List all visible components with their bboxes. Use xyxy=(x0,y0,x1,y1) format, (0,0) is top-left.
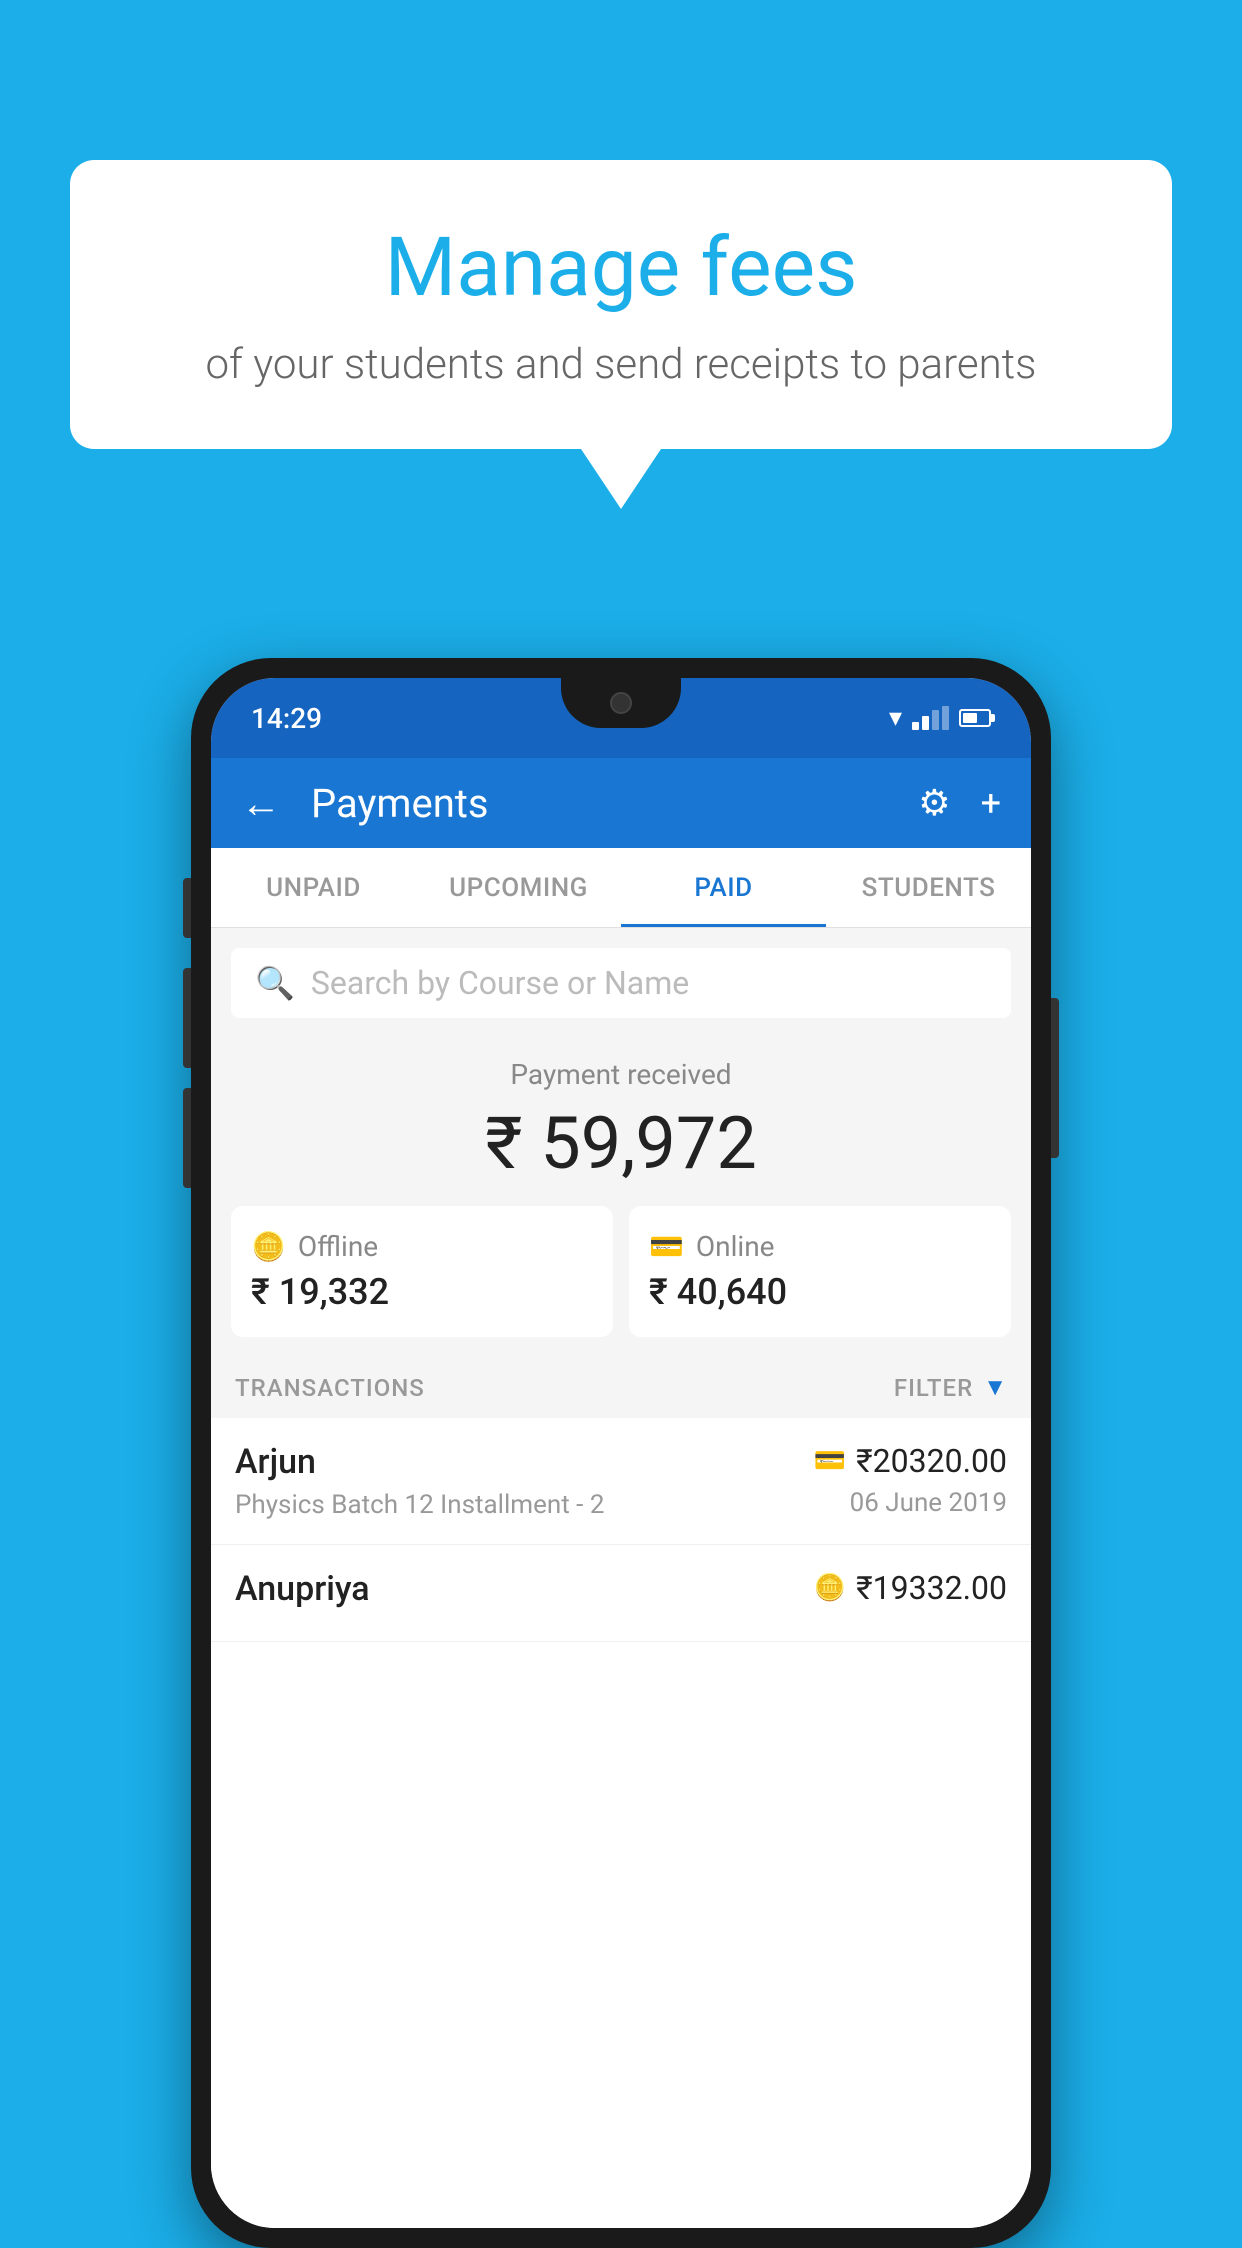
transaction-amount-row-anupriya: 🪙 ₹19332.00 xyxy=(814,1569,1007,1607)
offline-label: Offline xyxy=(298,1230,378,1263)
search-placeholder-text: Search by Course or Name xyxy=(311,964,689,1002)
signal-bar-1 xyxy=(912,722,919,730)
status-time: 14:29 xyxy=(251,702,322,735)
wifi-icon: ▾ xyxy=(889,703,902,733)
filter-icon: ▼ xyxy=(983,1373,1007,1402)
settings-icon[interactable]: ⚙ xyxy=(918,782,950,824)
payment-total-amount: ₹ 59,972 xyxy=(231,1101,1011,1186)
payment-cards: 🪙 Offline ₹ 19,332 💳 Online ₹ 40,640 xyxy=(211,1206,1031,1357)
transaction-list: Arjun Physics Batch 12 Installment - 2 💳… xyxy=(211,1418,1031,2228)
header-title: Payments xyxy=(311,780,918,827)
tab-students[interactable]: STUDENTS xyxy=(826,848,1031,927)
notch-cutout xyxy=(561,678,681,728)
tab-upcoming[interactable]: UPCOMING xyxy=(416,848,621,927)
signal-bar-2 xyxy=(922,716,929,730)
status-bar: 14:29 ▾ xyxy=(211,678,1031,758)
transactions-label: TRANSACTIONS xyxy=(235,1374,425,1402)
transaction-name-arjun: Arjun xyxy=(235,1442,814,1482)
online-payment-card: 💳 Online ₹ 40,640 xyxy=(629,1206,1011,1337)
battery-fill xyxy=(963,713,977,723)
transaction-amount-arjun: ₹20320.00 xyxy=(856,1442,1007,1480)
camera-dot xyxy=(610,692,632,714)
transaction-item-arjun[interactable]: Arjun Physics Batch 12 Installment - 2 💳… xyxy=(211,1418,1031,1545)
filter-label: FILTER xyxy=(894,1374,973,1402)
speech-bubble-container: Manage fees of your students and send re… xyxy=(70,160,1172,509)
phone-frame: 14:29 ▾ ← Payments ⚙ xyxy=(191,658,1051,2248)
transaction-card-icon-arjun: 💳 xyxy=(814,1446,846,1476)
transaction-course-arjun: Physics Batch 12 Installment - 2 xyxy=(235,1490,814,1520)
content-area: 🔍 Search by Course or Name Payment recei… xyxy=(211,928,1031,2228)
transaction-date-arjun: 06 June 2019 xyxy=(850,1488,1007,1518)
battery-icon xyxy=(959,709,991,727)
tab-unpaid[interactable]: UNPAID xyxy=(211,848,416,927)
speech-bubble-arrow xyxy=(581,449,661,509)
offline-payment-icon: 🪙 xyxy=(251,1230,286,1263)
transaction-card-icon-anupriya: 🪙 xyxy=(814,1573,846,1603)
phone-side-button-3 xyxy=(183,1088,191,1188)
transaction-amount-anupriya: ₹19332.00 xyxy=(856,1569,1007,1607)
status-icons: ▾ xyxy=(889,703,991,733)
online-label: Online xyxy=(696,1230,775,1263)
transaction-left-anupriya: Anupriya xyxy=(235,1569,814,1617)
signal-bars xyxy=(912,706,949,730)
signal-bar-4 xyxy=(942,706,949,730)
online-card-header: 💳 Online xyxy=(649,1230,775,1263)
payment-received-label: Payment received xyxy=(231,1058,1011,1091)
transaction-amount-row-arjun: 💳 ₹20320.00 xyxy=(814,1442,1007,1480)
phone-side-button-right xyxy=(1051,998,1059,1158)
header-icons: ⚙ + xyxy=(918,782,1001,824)
online-amount: ₹ 40,640 xyxy=(649,1271,787,1313)
signal-bar-3 xyxy=(932,710,939,730)
app-header: ← Payments ⚙ + xyxy=(211,758,1031,848)
offline-payment-card: 🪙 Offline ₹ 19,332 xyxy=(231,1206,613,1337)
speech-bubble-subtitle: of your students and send receipts to pa… xyxy=(150,340,1092,389)
add-icon[interactable]: + xyxy=(981,782,1001,824)
speech-bubble-title: Manage fees xyxy=(150,220,1092,316)
phone-side-button-1 xyxy=(183,878,191,938)
transaction-item-anupriya[interactable]: Anupriya 🪙 ₹19332.00 xyxy=(211,1545,1031,1642)
search-container[interactable]: 🔍 Search by Course or Name xyxy=(231,948,1011,1018)
transaction-right-arjun: 💳 ₹20320.00 06 June 2019 xyxy=(814,1442,1007,1518)
transaction-right-anupriya: 🪙 ₹19332.00 xyxy=(814,1569,1007,1607)
tabs-container: UNPAID UPCOMING PAID STUDENTS xyxy=(211,848,1031,928)
online-payment-icon: 💳 xyxy=(649,1230,684,1263)
phone-side-button-2 xyxy=(183,968,191,1068)
offline-card-header: 🪙 Offline xyxy=(251,1230,378,1263)
speech-bubble: Manage fees of your students and send re… xyxy=(70,160,1172,449)
transactions-header: TRANSACTIONS FILTER ▼ xyxy=(211,1357,1031,1418)
transaction-left-arjun: Arjun Physics Batch 12 Installment - 2 xyxy=(235,1442,814,1520)
search-icon: 🔍 xyxy=(255,964,295,1002)
tab-paid[interactable]: PAID xyxy=(621,848,826,927)
payment-received-section: Payment received ₹ 59,972 xyxy=(211,1028,1031,1206)
back-button[interactable]: ← xyxy=(241,780,281,827)
phone-screen: 14:29 ▾ ← Payments ⚙ xyxy=(211,678,1031,2228)
filter-section[interactable]: FILTER ▼ xyxy=(894,1373,1007,1402)
transaction-name-anupriya: Anupriya xyxy=(235,1569,814,1609)
offline-amount: ₹ 19,332 xyxy=(251,1271,389,1313)
